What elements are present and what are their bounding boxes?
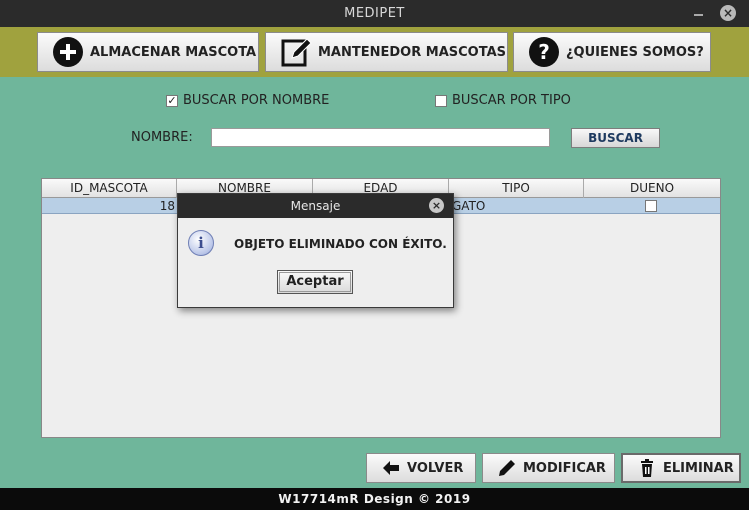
search-by-name-checkbox[interactable]: ✓ BUSCAR POR NOMBRE bbox=[166, 93, 329, 108]
edit-box-icon bbox=[280, 36, 312, 68]
checkbox-unchecked-icon bbox=[435, 94, 447, 107]
window-title: MEDIPET bbox=[344, 6, 405, 21]
about-us-button[interactable]: ? ¿QUIENES SOMOS? bbox=[513, 32, 711, 72]
search-by-name-label: BUSCAR POR NOMBRE bbox=[183, 93, 330, 108]
delete-label: ELIMINAR bbox=[663, 460, 734, 476]
delete-button[interactable]: ELIMINAR bbox=[621, 453, 741, 483]
cell-type: GATO bbox=[452, 199, 486, 213]
column-header-id[interactable]: ID_MASCOTA bbox=[42, 179, 177, 198]
dialog-close-icon[interactable]: × bbox=[429, 198, 444, 213]
owner-checkbox[interactable] bbox=[645, 200, 657, 212]
column-header-type[interactable]: TIPO bbox=[449, 179, 584, 198]
cell-id: 18 bbox=[159, 199, 175, 213]
back-button[interactable]: VOLVER bbox=[366, 453, 476, 483]
about-us-label: ¿QUIENES SOMOS? bbox=[566, 44, 704, 60]
maintain-pets-button[interactable]: MANTENEDOR MASCOTAS bbox=[265, 32, 508, 72]
search-by-type-checkbox[interactable]: BUSCAR POR TIPO bbox=[435, 93, 571, 108]
pencil-icon bbox=[497, 458, 517, 478]
modify-label: MODIFICAR bbox=[523, 460, 606, 476]
back-label: VOLVER bbox=[407, 460, 464, 476]
info-icon: i bbox=[188, 230, 214, 256]
arrow-left-icon bbox=[381, 458, 401, 478]
dialog-message: OBJETO ELIMINADO CON ÉXITO. bbox=[234, 237, 447, 251]
store-pet-label: ALMACENAR MASCOTA bbox=[90, 44, 257, 60]
maintain-pets-label: MANTENEDOR MASCOTAS bbox=[318, 44, 506, 60]
window-titlebar: MEDIPET × bbox=[0, 0, 749, 27]
question-circle-icon: ? bbox=[528, 36, 560, 68]
store-pet-button[interactable]: ALMACENAR MASCOTA bbox=[37, 32, 259, 72]
top-toolbar: ALMACENAR MASCOTA MANTENEDOR MASCOTAS ? … bbox=[0, 27, 749, 77]
modify-button[interactable]: MODIFICAR bbox=[482, 453, 615, 483]
accept-button[interactable]: Aceptar bbox=[277, 270, 353, 294]
minimize-icon[interactable] bbox=[690, 4, 708, 22]
footer-credit: W17714mR Design © 2019 bbox=[0, 488, 749, 510]
name-input[interactable] bbox=[211, 128, 550, 147]
search-button[interactable]: BUSCAR bbox=[571, 128, 660, 148]
search-by-type-label: BUSCAR POR TIPO bbox=[452, 93, 571, 108]
name-label: NOMBRE: bbox=[131, 130, 193, 145]
plus-circle-icon bbox=[52, 36, 84, 68]
trash-icon bbox=[637, 458, 657, 478]
close-icon[interactable]: × bbox=[720, 5, 736, 21]
column-header-owner[interactable]: DUENO bbox=[584, 179, 720, 198]
checkbox-checked-icon: ✓ bbox=[166, 93, 178, 107]
dialog-title: Mensaje bbox=[178, 194, 453, 218]
message-dialog: Mensaje × i OBJETO ELIMINADO CON ÉXITO. … bbox=[177, 193, 454, 308]
svg-text:?: ? bbox=[538, 40, 550, 64]
